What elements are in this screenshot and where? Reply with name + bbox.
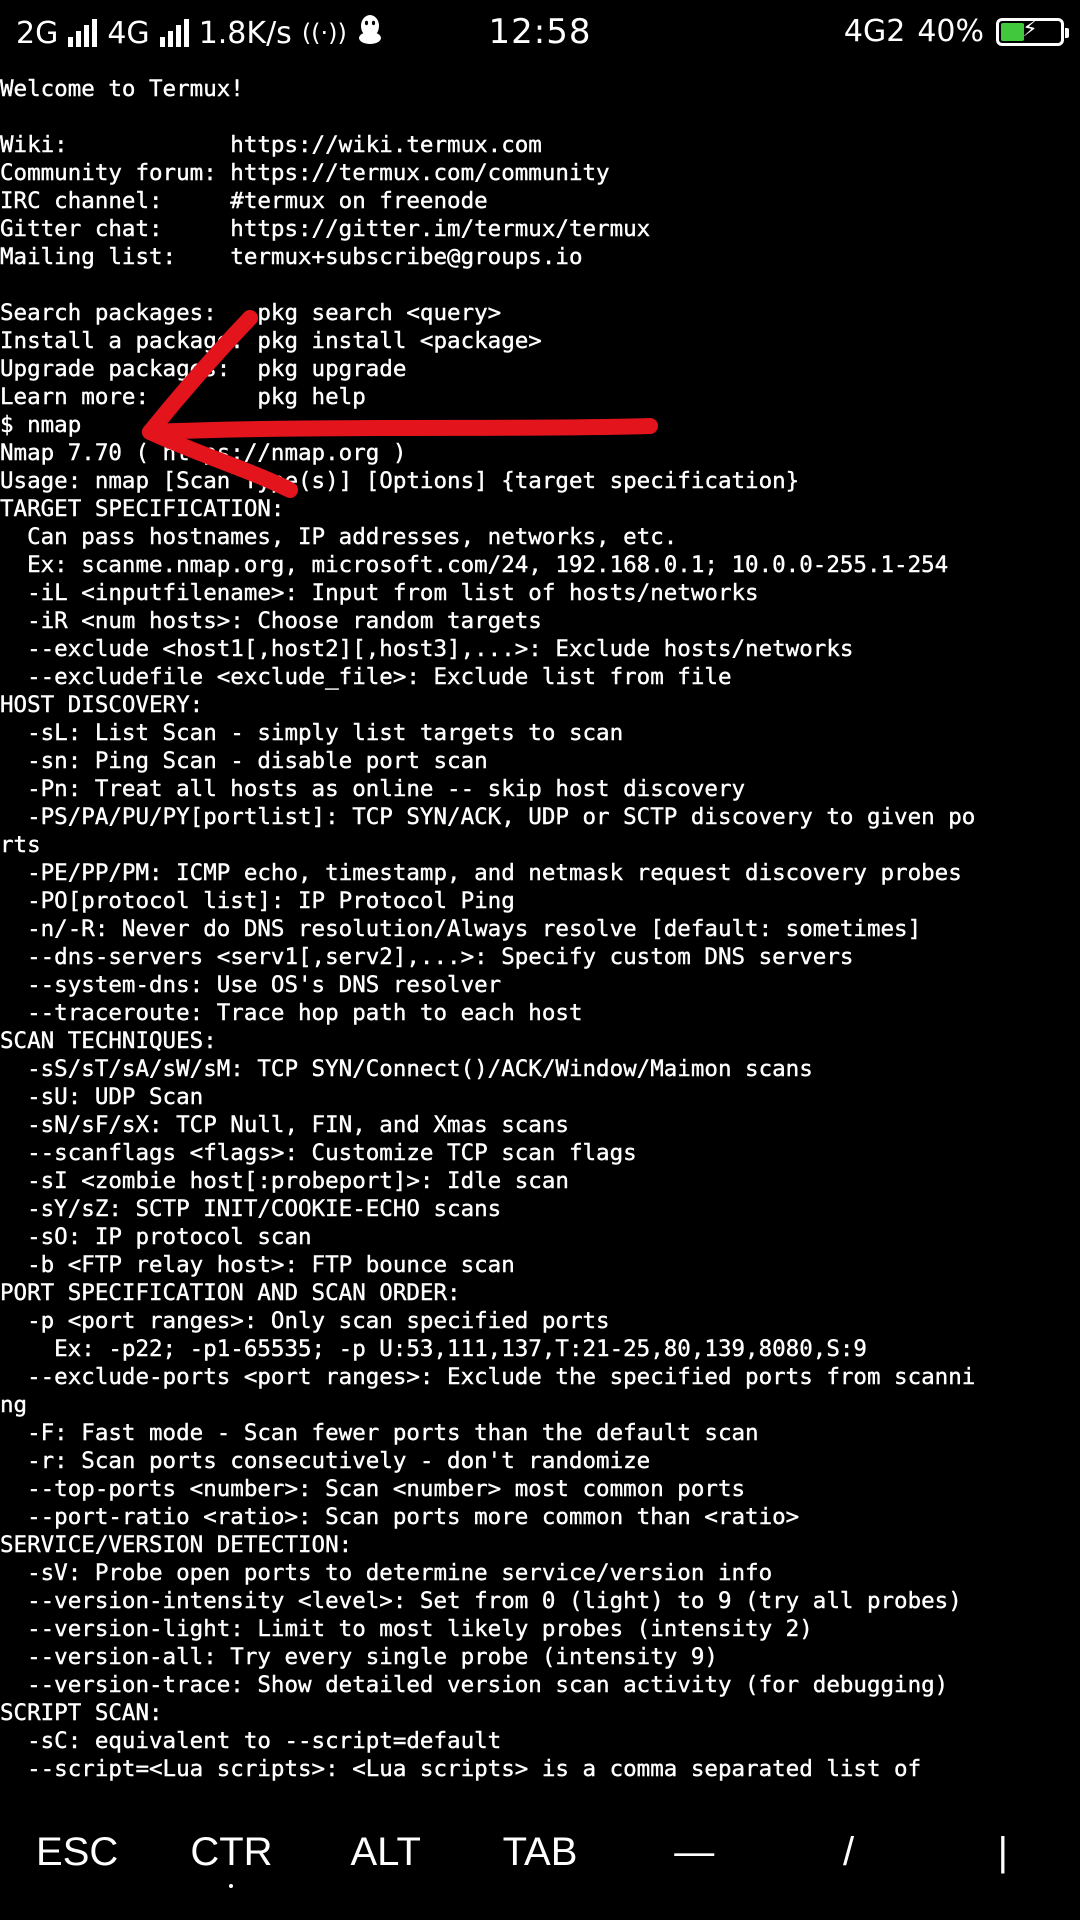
key-label: ALT (350, 1829, 421, 1874)
terminal-line: --exclude-ports <port ranges>: Exclude t… (0, 1364, 976, 1390)
terminal-line: -sI <zombie host[:probeport]>: Idle scan (0, 1168, 569, 1194)
terminal-line: Mailing list: termux+subscribe@groups.io (0, 244, 583, 270)
terminal-line: SERVICE/VERSION DETECTION: (0, 1532, 353, 1558)
esc-key[interactable]: ESC (0, 1830, 154, 1875)
signal-icon (159, 19, 189, 47)
key-label: TAB (502, 1829, 578, 1874)
battery-percent: 40% (917, 14, 984, 49)
terminal-line: HOST DISCOVERY: (0, 692, 204, 718)
terminal-line: -iR <num hosts>: Choose random targets (0, 608, 542, 634)
network-type-4g: 4G (107, 15, 150, 51)
terminal-line: --version-light: Limit to most likely pr… (0, 1616, 813, 1642)
alt-key[interactable]: ALT (309, 1830, 463, 1875)
terminal-line: --excludefile <exclude_file>: Exclude li… (0, 664, 732, 690)
terminal-line: --system-dns: Use OS's DNS resolver (0, 972, 502, 998)
slash-key[interactable]: / (771, 1830, 925, 1875)
bolt-icon: ⚡ (1022, 16, 1038, 42)
extra-keys-row: ESC CTR ALT TAB — / | (0, 1784, 1080, 1920)
terminal-line: -F: Fast mode - Scan fewer ports than th… (0, 1420, 759, 1446)
terminal-line: Nmap 7.70 ( https://nmap.org ) (0, 440, 407, 466)
terminal-line: --dns-servers <serv1[,serv2],...>: Speci… (0, 944, 854, 970)
terminal-line: Welcome to Termux! (0, 76, 244, 102)
terminal-line: -sY/sZ: SCTP INIT/COOKIE-ECHO scans (0, 1196, 502, 1222)
terminal-line: -b <FTP relay host>: FTP bounce scan (0, 1252, 515, 1278)
terminal-line: Community forum: https://termux.com/comm… (0, 160, 610, 186)
terminal-line: -sS/sT/sA/sW/sM: TCP SYN/Connect()/ACK/W… (0, 1056, 813, 1082)
terminal-output[interactable]: Welcome to Termux! Wiki: https://wiki.ter… (0, 75, 1080, 1783)
key-label: — (674, 1829, 715, 1874)
terminal-line: -sO: IP protocol scan (0, 1224, 312, 1250)
terminal-line: Wiki: https://wiki.termux.com (0, 132, 542, 158)
terminal-line: Upgrade packages: pkg upgrade (0, 356, 407, 382)
terminal-line: -iL <inputfilename>: Input from list of … (0, 580, 759, 606)
terminal-line: PORT SPECIFICATION AND SCAN ORDER: (0, 1280, 461, 1306)
terminal-line: --exclude <host1[,host2][,host3],...>: E… (0, 636, 854, 662)
terminal-line: Learn more: pkg help (0, 384, 366, 410)
status-left: 2G 4G 1.8K/s ((·)) (16, 14, 383, 52)
terminal-line: -sL: List Scan - simply list targets to … (0, 720, 624, 746)
dash-key[interactable]: — (617, 1830, 771, 1875)
network-type-2g: 2G (16, 15, 59, 51)
terminal-line: TARGET SPECIFICATION: (0, 496, 285, 522)
terminal-line: -sC: equivalent to --script=default (0, 1728, 502, 1754)
terminal-line: -p <port ranges>: Only scan specified po… (0, 1308, 610, 1334)
terminal-line: --top-ports <number>: Scan <number> most… (0, 1476, 746, 1502)
active-indicator (229, 1883, 234, 1888)
terminal-line: -r: Scan ports consecutively - don't ran… (0, 1448, 651, 1474)
key-label: CTR (190, 1829, 273, 1874)
terminal-line: --script=<Lua scripts>: <Lua scripts> is… (0, 1756, 922, 1782)
ctrl-key[interactable]: CTR (154, 1829, 308, 1888)
terminal-line: Ex: scanme.nmap.org, microsoft.com/24, 1… (0, 552, 949, 578)
terminal-line: --port-ratio <ratio>: Scan ports more co… (0, 1504, 800, 1530)
terminal-line: Ex: -p22; -p1-65535; -p U:53,111,137,T:2… (0, 1336, 867, 1362)
terminal-line: --scanflags <flags>: Customize TCP scan … (0, 1140, 637, 1166)
terminal-line: Search packages: pkg search <query> (0, 300, 502, 326)
battery-charging-icon: ⚡ (996, 16, 1069, 46)
terminal-line: --version-trace: Show detailed version s… (0, 1672, 949, 1698)
signal-icon (68, 19, 98, 47)
key-label: / (842, 1829, 855, 1874)
pipe-key[interactable]: | (926, 1830, 1080, 1875)
key-label: | (997, 1829, 1009, 1874)
terminal-line: ng (0, 1392, 28, 1418)
terminal-line: -n/-R: Never do DNS resolution/Always re… (0, 916, 922, 942)
terminal-line: Gitter chat: https://gitter.im/termux/te… (0, 216, 651, 242)
terminal-line: -sN/sF/sX: TCP Null, FIN, and Xmas scans (0, 1112, 569, 1138)
terminal-line: -sV: Probe open ports to determine servi… (0, 1560, 773, 1586)
terminal-line: -PO[protocol list]: IP Protocol Ping (0, 888, 515, 914)
status-right: 4G2 40% ⚡ (843, 14, 1069, 49)
key-label: ESC (36, 1829, 119, 1874)
terminal-line: --traceroute: Trace hop path to each hos… (0, 1000, 583, 1026)
terminal-line: Can pass hostnames, IP addresses, networ… (0, 524, 678, 550)
terminal-line: SCRIPT SCAN: (0, 1700, 163, 1726)
terminal-line: -PS/PA/PU/PY[portlist]: TCP SYN/ACK, UDP… (0, 804, 976, 830)
tab-key[interactable]: TAB (463, 1830, 617, 1875)
terminal-line: --version-all: Try every single probe (i… (0, 1644, 718, 1670)
terminal-line: $ nmap (0, 412, 82, 438)
terminal-line: SCAN TECHNIQUES: (0, 1028, 217, 1054)
terminal-line: Install a package: pkg install <package> (0, 328, 542, 354)
terminal-line: -Pn: Treat all hosts as online -- skip h… (0, 776, 746, 802)
terminal-line: -sn: Ping Scan - disable port scan (0, 748, 488, 774)
status-bar: 2G 4G 1.8K/s ((·)) 12:58 4G2 40% ⚡ (0, 0, 1080, 68)
terminal-line: rts (0, 832, 41, 858)
lte-icon: 4G2 (843, 14, 906, 49)
network-speed: 1.8K/s (198, 15, 292, 51)
terminal-line: IRC channel: #termux on freenode (0, 188, 488, 214)
terminal-line: -PE/PP/PM: ICMP echo, timestamp, and net… (0, 860, 962, 886)
terminal-line: -sU: UDP Scan (0, 1084, 204, 1110)
qq-penguin-icon (357, 14, 383, 52)
terminal-line: Usage: nmap [Scan Type(s)] [Options] {ta… (0, 468, 800, 494)
terminal-line: --version-intensity <level>: Set from 0 … (0, 1588, 962, 1614)
hotspot-icon: ((·)) (301, 19, 347, 47)
